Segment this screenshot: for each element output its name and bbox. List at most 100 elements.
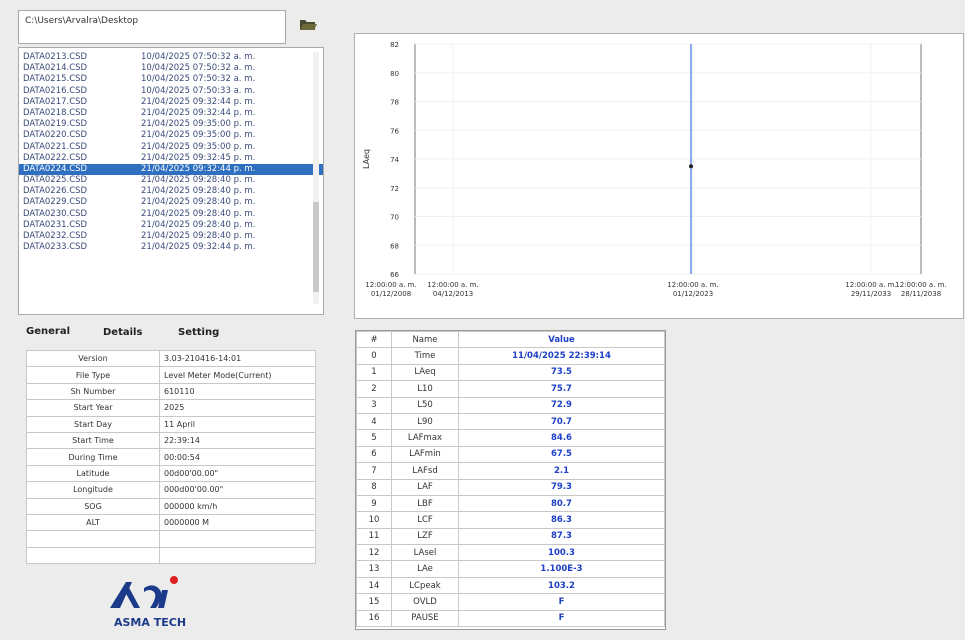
- row-index: 13: [356, 560, 392, 578]
- file-row[interactable]: DATA0224.CSD 21/04/2025 09:32:44 p. m.: [19, 163, 323, 176]
- table-row: 6 LAFmin 67.5: [356, 445, 665, 464]
- file-row[interactable]: DATA0230.CSD 21/04/2025 09:28:40 p. m.: [19, 209, 323, 220]
- x-tick-date-label: 28/11/2038: [901, 290, 941, 298]
- row-name: LAF: [391, 478, 459, 496]
- path-input[interactable]: C:\Users\Arvalra\Desktop: [18, 10, 286, 44]
- table-row: 2 L10 75.7: [356, 380, 665, 398]
- info-row: Start Year 2025: [26, 399, 316, 417]
- row-name: LAFsd: [391, 462, 459, 480]
- file-date: 21/04/2025 09:28:40 p. m.: [141, 186, 256, 197]
- table-row: 13 LAe 1.100E-3: [356, 560, 665, 578]
- file-name: DATA0232.CSD: [23, 231, 88, 241]
- info-row: Latitude 00d00'00.00": [26, 464, 316, 483]
- file-row[interactable]: DATA0231.CSD 21/04/2025 09:28:40 p. m.: [19, 220, 323, 231]
- file-name: DATA0222.CSD: [23, 152, 88, 163]
- file-date: 10/04/2025 07:50:32 a. m.: [141, 63, 256, 74]
- row-value: 79.3: [458, 478, 665, 496]
- file-date: 21/04/2025 09:35:00 p. m.: [141, 141, 256, 152]
- file-row[interactable]: DATA0225.CSD 21/04/2025 09:28:40 p. m.: [19, 175, 323, 186]
- info-row: ALT 0000000 M: [26, 513, 316, 532]
- file-name: DATA0213.CSD: [23, 52, 88, 62]
- asma-tech-logo: ASMA TECH: [104, 572, 190, 634]
- row-value: 1.100E-3: [458, 560, 665, 578]
- file-name: DATA0226.CSD: [23, 186, 88, 197]
- row-name: LBF: [391, 494, 459, 513]
- scrollbar-thumb[interactable]: [313, 202, 319, 292]
- table-row: 3 L50 72.9: [356, 396, 665, 414]
- row-index: 11: [356, 527, 392, 546]
- table-row: 5 LAFmax 84.6: [356, 429, 665, 447]
- col-header-value: Value: [458, 330, 665, 349]
- row-index: 15: [356, 593, 392, 611]
- file-row[interactable]: DATA0229.CSD 21/04/2025 09:28:40 p. m.: [19, 197, 323, 208]
- file-date: 21/04/2025 09:28:40 p. m.: [141, 208, 256, 219]
- table-row: 7 LAFsd 2.1: [356, 462, 665, 480]
- y-tick-label: 68: [390, 242, 399, 250]
- y-tick-label: 80: [390, 70, 399, 78]
- file-date: 21/04/2025 09:35:00 p. m.: [141, 119, 256, 130]
- x-tick-label: 12:00:00 a. m.: [667, 281, 718, 289]
- info-row: Start Day 11 April: [26, 415, 316, 433]
- y-tick-label: 76: [390, 127, 399, 135]
- row-index: 16: [356, 609, 392, 628]
- row-name: L50: [391, 396, 459, 414]
- info-value: 000d00'00.00": [159, 481, 316, 499]
- file-row[interactable]: DATA0222.CSD 21/04/2025 09:32:45 p. m.: [19, 153, 323, 164]
- file-row[interactable]: DATA0216.CSD 10/04/2025 07:50:33 a. m.: [19, 86, 323, 97]
- file-row[interactable]: DATA0226.CSD 21/04/2025 09:28:40 p. m.: [19, 186, 323, 197]
- file-date: 21/04/2025 09:28:40 p. m.: [141, 197, 256, 208]
- file-row[interactable]: DATA0213.CSD 10/04/2025 07:50:32 a. m.: [19, 52, 323, 63]
- info-value: 000000 km/h: [159, 497, 316, 515]
- file-name: DATA0218.CSD: [23, 107, 88, 118]
- info-row: [26, 530, 316, 548]
- file-row[interactable]: DATA0214.CSD 10/04/2025 07:50:32 a. m.: [19, 63, 323, 74]
- folder-open-icon: [300, 20, 317, 30]
- file-name: DATA0231.CSD: [23, 219, 88, 230]
- tab-setting[interactable]: Setting: [178, 327, 219, 338]
- info-key: Longitude: [26, 481, 160, 499]
- open-folder-button[interactable]: [298, 14, 318, 34]
- file-name: DATA0230.CSD: [23, 208, 88, 219]
- x-tick-date-label: 29/11/2033: [851, 290, 891, 298]
- file-date: 21/04/2025 09:28:40 p. m.: [141, 231, 256, 241]
- file-row[interactable]: DATA0215.CSD 10/04/2025 07:50:32 a. m.: [19, 74, 323, 85]
- file-list[interactable]: DATA0213.CSD 10/04/2025 07:50:32 a. m. DAT…: [18, 47, 324, 315]
- table-row: 1 LAeq 73.5: [356, 363, 665, 382]
- info-row: Start Time 22:39:14: [26, 431, 316, 450]
- row-value: 87.3: [458, 527, 665, 546]
- row-index: 0: [356, 347, 392, 365]
- row-name: Time: [391, 347, 459, 365]
- file-list-scrollbar[interactable]: [313, 52, 319, 304]
- tab-general[interactable]: General: [26, 326, 70, 337]
- path-text: C:\Users\Arvalra\Desktop: [25, 16, 139, 26]
- y-axis-label: LAeq: [362, 149, 371, 169]
- col-header-name: Name: [391, 330, 459, 349]
- info-key: Version: [26, 349, 160, 368]
- logo-text: ASMA TECH: [114, 616, 187, 629]
- file-row[interactable]: DATA0218.CSD 21/04/2025 09:32:44 p. m.: [19, 108, 323, 119]
- file-row[interactable]: DATA0217.CSD 21/04/2025 09:32:44 p. m.: [19, 97, 323, 108]
- x-tick-label: 12:00:00 a. m.: [365, 281, 416, 289]
- x-tick-date-label: 01/12/2008: [371, 290, 411, 298]
- file-date: 21/04/2025 09:32:45 p. m.: [141, 152, 256, 163]
- row-index: 5: [356, 429, 392, 447]
- data-point: [689, 164, 693, 169]
- table-row: 0 Time 11/04/2025 22:39:14: [356, 347, 665, 365]
- table-row: 15 OVLD F: [356, 593, 665, 611]
- row-value: F: [458, 593, 665, 611]
- x-tick-label: 12:00:00 a. m.: [845, 281, 896, 289]
- tab-details[interactable]: Details: [103, 327, 142, 338]
- row-index: 2: [356, 380, 392, 398]
- row-index: 1: [356, 363, 392, 382]
- info-value: 2025: [159, 399, 316, 417]
- file-row[interactable]: DATA0233.CSD 21/04/2025 09:32:44 p. m.: [19, 242, 323, 253]
- info-value: 11 April: [159, 415, 316, 433]
- info-row: Longitude 000d00'00.00": [26, 481, 316, 499]
- file-date: 21/04/2025 09:28:40 p. m.: [141, 175, 256, 186]
- file-row[interactable]: DATA0232.CSD 21/04/2025 09:28:40 p. m.: [19, 231, 323, 242]
- row-name: LAe: [391, 560, 459, 578]
- file-row[interactable]: DATA0220.CSD 21/04/2025 09:35:00 p. m.: [19, 130, 323, 141]
- file-row[interactable]: DATA0219.CSD 21/04/2025 09:35:00 p. m.: [19, 119, 323, 130]
- file-row[interactable]: DATA0221.CSD 21/04/2025 09:35:00 p. m.: [19, 142, 323, 153]
- row-value: 100.3: [458, 544, 665, 562]
